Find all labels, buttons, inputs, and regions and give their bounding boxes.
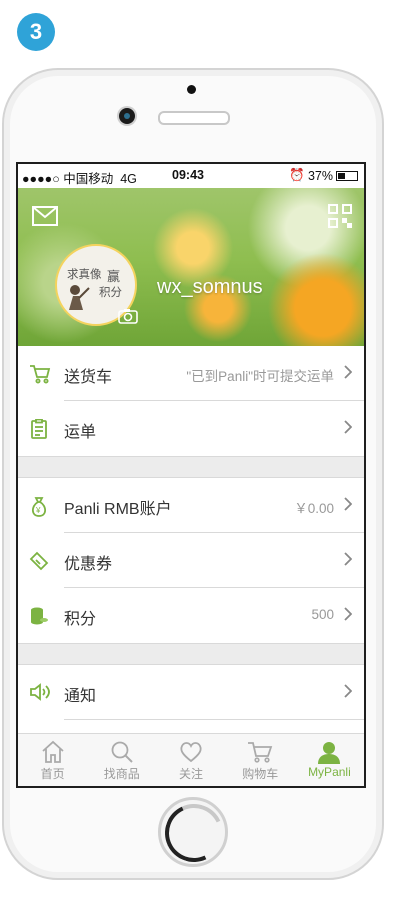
tab-cart[interactable]: 购物车 xyxy=(226,734,295,786)
username: wx_somnus xyxy=(157,276,263,298)
heart-icon xyxy=(180,742,202,763)
tab-label-search: 找商品 xyxy=(103,767,140,781)
avatar-text-3: 积分 xyxy=(99,287,122,299)
tab-label-follow: 关注 xyxy=(179,767,204,781)
menu-label-coupons: 优惠券 xyxy=(64,556,113,573)
front-camera xyxy=(119,108,135,124)
menu-label-cart: 送货车 xyxy=(64,369,113,386)
menu-label-notify: 通知 xyxy=(64,688,97,705)
cart-icon xyxy=(29,364,51,389)
menu-value-rmb-account: ￥0.00 xyxy=(294,501,334,516)
menu-item-points[interactable]: 积分 500 xyxy=(18,588,364,643)
menu-item-notify[interactable]: 通知 xyxy=(18,665,364,720)
row-divider xyxy=(64,719,364,720)
status-right: ⏰ 37% xyxy=(289,168,358,183)
section-gap xyxy=(18,643,364,665)
status-time: 09:43 xyxy=(172,168,204,182)
menu-value-points: 500 xyxy=(311,607,334,622)
menu-item-rmb-account[interactable]: ¥ Panli RMB账户 ￥0.00 xyxy=(18,478,364,533)
tab-search[interactable]: 找商品 xyxy=(87,734,156,786)
chevron-right-icon xyxy=(344,365,353,384)
user-icon xyxy=(318,742,341,764)
menu-value-cart: "已到Panli"时可提交运单 xyxy=(186,369,334,384)
menu-item-cart[interactable]: 送货车 "已到Panli"时可提交运单 xyxy=(18,346,364,401)
section-gap xyxy=(18,456,364,478)
carrier-label: ●●●●○ 中国移动 xyxy=(22,172,114,186)
battery-icon xyxy=(336,170,358,181)
battery-percent: 37% xyxy=(307,168,333,183)
mail-icon[interactable] xyxy=(32,206,58,231)
menu-label-waybill: 运单 xyxy=(64,424,97,441)
sensor-dot xyxy=(187,85,196,94)
avatar-figure-icon xyxy=(65,282,93,315)
step-number-badge: 3 xyxy=(17,13,55,51)
chevron-right-icon xyxy=(344,552,353,571)
menu-item-waybill[interactable]: 运单 xyxy=(18,401,364,456)
home-button[interactable] xyxy=(158,797,228,867)
alarm-icon: ⏰ xyxy=(289,168,305,182)
app-screen: ●●●●○ 中国移动 4G 09:43 ⏰ 37% 求真像 赢 积分 wx_so… xyxy=(16,162,366,788)
coins-icon xyxy=(29,606,49,631)
menu-label-rmb-account: Panli RMB账户 xyxy=(64,501,172,518)
camera-icon[interactable] xyxy=(118,308,138,329)
shopping-cart-icon xyxy=(248,742,273,763)
svg-text:¥: ¥ xyxy=(35,506,41,515)
speaker-icon xyxy=(29,683,51,706)
menu-item-coupons[interactable]: 优惠券 xyxy=(18,533,364,588)
menu-label-points: 积分 xyxy=(64,611,97,628)
tab-label-cart: 购物车 xyxy=(242,767,279,781)
carrier-info: ●●●●○ 中国移动 4G xyxy=(22,168,137,187)
status-bar: ●●●●○ 中国移动 4G 09:43 ⏰ 37% xyxy=(18,164,364,188)
avatar-text-2: 赢 xyxy=(107,269,121,284)
coupon-icon xyxy=(29,551,49,576)
chevron-right-icon xyxy=(344,497,353,516)
profile-header: 求真像 赢 积分 wx_somnus xyxy=(18,188,364,346)
money-bag-icon: ¥ xyxy=(29,496,49,523)
tab-label-home: 首页 xyxy=(40,767,65,781)
waybill-icon xyxy=(29,418,49,444)
tab-mypanli[interactable]: MyPanli xyxy=(295,734,364,786)
qr-code-icon[interactable] xyxy=(328,204,352,233)
chevron-right-icon xyxy=(344,420,353,439)
chevron-right-icon xyxy=(344,607,353,626)
menu-list: 送货车 "已到Panli"时可提交运单 运单 ¥ Panli RMB账户 ￥0.… xyxy=(18,346,364,720)
search-icon xyxy=(111,741,133,763)
tab-bar: 首页 找商品 关注 购物车 MyPanli xyxy=(18,733,364,786)
earpiece-speaker xyxy=(158,111,230,125)
avatar-text-1: 求真像 xyxy=(67,269,102,281)
home-icon xyxy=(41,740,64,763)
chevron-right-icon xyxy=(344,684,353,703)
tab-follow[interactable]: 关注 xyxy=(156,734,225,786)
network-label: 4G xyxy=(120,172,137,186)
tab-label-mypanli: MyPanli xyxy=(308,765,351,779)
tab-home[interactable]: 首页 xyxy=(18,734,87,786)
